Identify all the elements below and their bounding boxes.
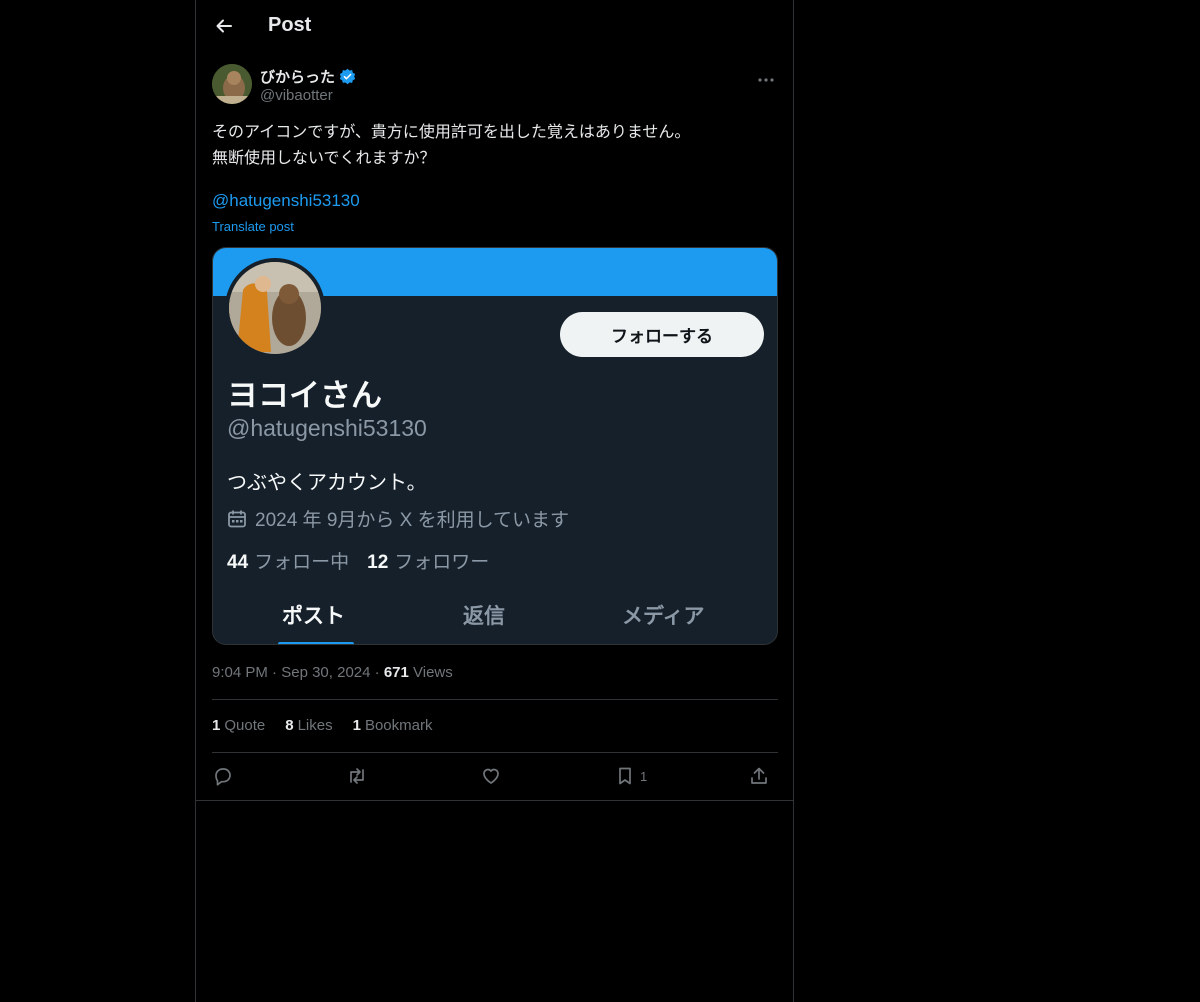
more-icon[interactable] bbox=[754, 70, 778, 90]
post-author: びからった @vibaotter bbox=[212, 64, 778, 108]
page-header: Post bbox=[196, 0, 793, 54]
profile-handle: @hatugenshi53130 bbox=[227, 415, 427, 441]
follow-button: フォローする bbox=[560, 312, 764, 357]
avatar[interactable] bbox=[212, 64, 252, 104]
post-text-line: 無断使用しないでくれますか？ bbox=[212, 150, 436, 167]
profile-tabs: ポスト 返信 メディア bbox=[213, 586, 777, 644]
bookmark-icon[interactable]: 1 bbox=[614, 764, 647, 788]
profile-bio: つぶやくアカウント。 bbox=[227, 472, 427, 494]
profile-avatar bbox=[225, 258, 325, 358]
like-icon[interactable] bbox=[480, 764, 502, 788]
divider bbox=[212, 752, 778, 753]
post-text: そのアイコンですが、貴方に使用許可を出した覚えはありません。 無断使用しないでく… bbox=[212, 120, 778, 172]
author-name[interactable]: びからった bbox=[260, 66, 356, 87]
profile-stats: 44 フォロー中 12 フォロワー bbox=[227, 547, 489, 574]
divider bbox=[212, 699, 778, 700]
verified-badge-icon bbox=[339, 68, 356, 85]
followers-stat: 12 フォロワー bbox=[367, 552, 490, 573]
tab-media: メディア bbox=[622, 605, 705, 628]
post-meta: 9:04 PM · Sep 30, 2024 · 671 Views bbox=[212, 664, 453, 681]
bookmarks-stat[interactable]: 1 Bookmark bbox=[353, 717, 433, 734]
profile-name: ヨコイさん bbox=[227, 378, 382, 413]
post-time[interactable]: 9:04 PM bbox=[212, 664, 268, 681]
back-arrow-icon[interactable] bbox=[212, 14, 236, 38]
author-handle[interactable]: @vibaotter bbox=[260, 87, 333, 104]
share-icon[interactable] bbox=[748, 764, 770, 788]
post-date[interactable]: Sep 30, 2024 bbox=[281, 664, 370, 681]
likes-stat[interactable]: 8 Likes bbox=[285, 717, 332, 734]
page-title: Post bbox=[268, 14, 312, 36]
bookmark-count: 1 bbox=[640, 768, 648, 784]
repost-icon[interactable] bbox=[346, 764, 368, 788]
views-count: 671 bbox=[383, 664, 409, 681]
calendar-icon bbox=[227, 509, 247, 529]
profile-joined: 2024 年 9月から X を利用しています bbox=[227, 505, 569, 532]
active-tab-indicator bbox=[278, 642, 354, 644]
post-actions: 1 bbox=[212, 764, 778, 790]
engagement-stats: 1 Quote 8 Likes 1 Bookmark bbox=[212, 717, 432, 734]
tab-posts: ポスト bbox=[282, 605, 345, 628]
profile-screenshot-card[interactable]: フォローする ヨコイさん @hatugenshi53130 つぶやくアカウント。… bbox=[212, 247, 778, 645]
views-label: Views bbox=[413, 664, 453, 681]
following-stat: 44 フォロー中 bbox=[227, 552, 350, 573]
tab-replies: 返信 bbox=[463, 605, 505, 628]
translate-post-link[interactable]: Translate post bbox=[212, 219, 294, 234]
post-text-line: そのアイコンですが、貴方に使用許可を出した覚えはありません。 bbox=[212, 124, 691, 141]
quotes-stat[interactable]: 1 Quote bbox=[212, 717, 265, 734]
post-column: Post びからった @vibaotter そのアイコンですが、貴方に使用許可を… bbox=[195, 0, 794, 1002]
divider bbox=[196, 800, 793, 801]
mention-link[interactable]: @hatugenshi53130 bbox=[212, 191, 360, 211]
reply-icon[interactable] bbox=[212, 764, 234, 788]
